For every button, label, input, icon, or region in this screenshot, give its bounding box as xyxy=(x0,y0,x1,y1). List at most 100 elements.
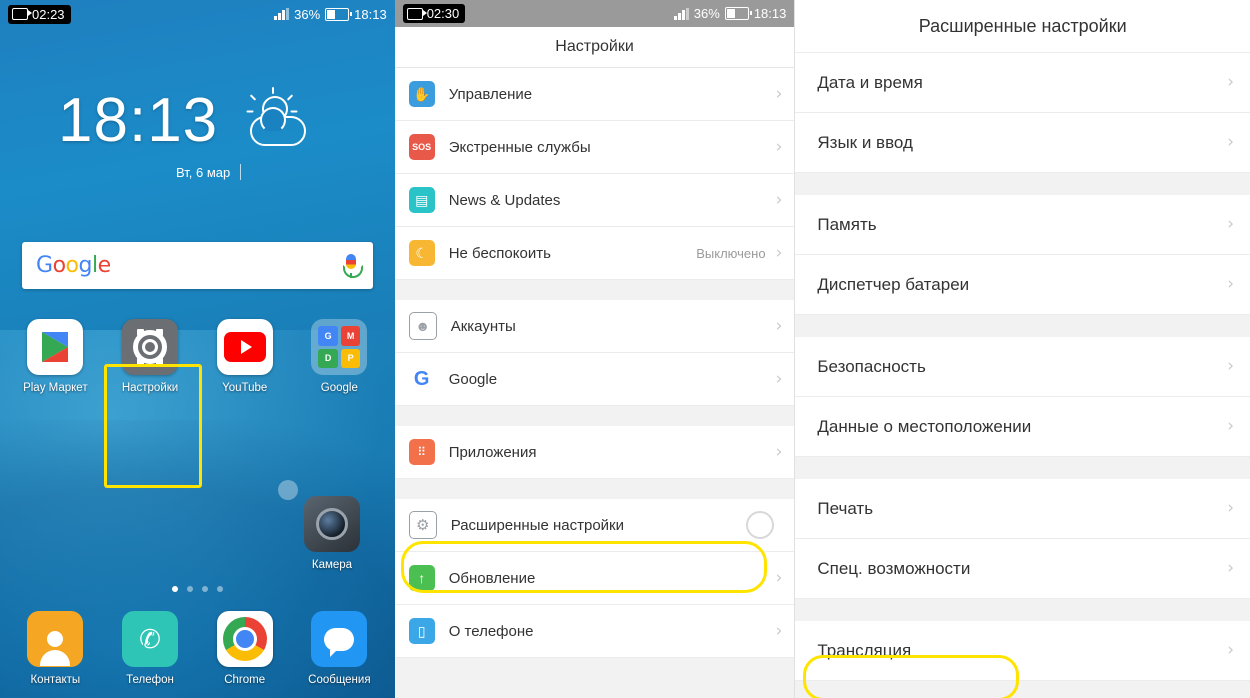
date-text: Вт, 6 мар xyxy=(176,164,231,180)
signal-bars-icon xyxy=(274,8,290,20)
chevron-right-icon: › xyxy=(1227,274,1235,294)
page-indicator xyxy=(0,586,395,592)
row-label: Печать xyxy=(817,498,874,518)
row-battery-manager[interactable]: Диспетчер батареи › xyxy=(795,255,1250,315)
dock-chrome[interactable]: Chrome xyxy=(197,611,292,686)
camera-icon xyxy=(304,496,360,552)
apps-icon: ⠿ xyxy=(408,439,435,465)
weather-icon xyxy=(244,87,314,152)
dock-messages[interactable]: Сообщения xyxy=(292,611,387,686)
chevron-right-icon: › xyxy=(1227,416,1235,436)
row-label: Экстренные службы xyxy=(448,138,591,156)
chevron-right-icon: › xyxy=(775,83,783,104)
messages-icon xyxy=(311,611,368,667)
app-grid: Play Маркет Настройки YouTube G M D P Go… xyxy=(0,319,395,394)
chevron-right-icon: › xyxy=(1227,640,1235,660)
app-youtube[interactable]: YouTube xyxy=(197,319,292,394)
settings-row-news[interactable]: ▤ News & Updates › xyxy=(394,174,795,227)
recording-time: 02:23 xyxy=(32,6,65,22)
folder-tile: M xyxy=(340,326,361,346)
row-accessibility[interactable]: Спец. возможности › xyxy=(795,539,1250,599)
row-language-input[interactable]: Язык и ввод › xyxy=(795,113,1250,173)
app-camera[interactable]: Камера xyxy=(304,496,360,571)
row-label: Безопасность xyxy=(817,356,926,376)
app-label: Play Маркет xyxy=(23,382,88,394)
dock-label: Телефон xyxy=(126,674,174,686)
settings-row-accounts[interactable]: ☻ Аккаунты › xyxy=(394,300,795,353)
app-settings[interactable]: Настройки xyxy=(103,319,198,394)
app-label: YouTube xyxy=(222,382,268,394)
microphone-icon[interactable] xyxy=(342,253,363,278)
chevron-right-icon: › xyxy=(1227,498,1235,518)
app-label: Настройки xyxy=(121,382,179,394)
chevron-right-icon: › xyxy=(775,242,783,263)
settings-row-dnd[interactable]: ☾ Не беспокоить Выключено › xyxy=(394,227,795,280)
play-store-icon xyxy=(27,319,84,375)
chevron-right-icon: › xyxy=(1227,72,1235,92)
chevron-right-icon: › xyxy=(775,620,783,641)
app-label: Камера xyxy=(311,559,353,571)
list-divider xyxy=(394,406,795,426)
row-label: Приложения xyxy=(448,443,537,461)
news-icon: ▤ xyxy=(408,187,435,213)
dock-contacts[interactable]: Контакты xyxy=(8,611,103,686)
app-play-market[interactable]: Play Маркет xyxy=(8,319,103,394)
settings-row-emergency[interactable]: SOS Экстренные службы › xyxy=(394,121,795,174)
status-bar-home: 02:23 36% 18:13 xyxy=(0,0,395,28)
row-cast[interactable]: Трансляция › xyxy=(795,621,1250,681)
google-search-bar[interactable]: Google xyxy=(22,242,373,289)
contacts-icon xyxy=(27,611,84,667)
status-bar-right-home: 36% 18:13 xyxy=(274,7,387,22)
video-camera-icon xyxy=(12,8,32,20)
row-location-data[interactable]: Данные о местоположении › xyxy=(795,397,1250,457)
settings-row-management[interactable]: ✋ Управление › xyxy=(394,68,795,121)
chevron-right-icon: › xyxy=(775,567,783,588)
dock-label: Контакты xyxy=(30,674,81,686)
row-label: Данные о местоположении xyxy=(817,416,1032,436)
settings-row-about-phone[interactable]: ▯ О телефоне › xyxy=(394,605,795,658)
row-label: Google xyxy=(448,370,498,388)
chevron-right-icon: › xyxy=(775,441,783,462)
home-clock-widget[interactable]: 18:13 xyxy=(0,86,395,155)
settings-row-apps[interactable]: ⠿ Приложения › xyxy=(394,426,795,479)
settings-list: ✋ Управление › SOS Экстренные службы › ▤… xyxy=(394,68,795,658)
google-folder-icon: G M D P xyxy=(311,319,368,375)
row-security[interactable]: Безопасность › xyxy=(795,337,1250,397)
update-icon: ↑ xyxy=(408,565,435,591)
chevron-right-icon: › xyxy=(1227,558,1235,578)
list-divider xyxy=(394,280,795,300)
folder-tile: P xyxy=(340,348,361,368)
chevron-right-icon: › xyxy=(775,315,783,336)
signal-bars-icon xyxy=(673,7,689,20)
screen-recorder-badge: 02:23 xyxy=(8,4,71,24)
settings-row-advanced[interactable]: ⚙ Расширенные настройки xyxy=(394,499,795,552)
row-label: Память xyxy=(817,214,877,234)
list-divider xyxy=(795,599,1250,621)
advanced-settings-list: Дата и время › Язык и ввод › Память › Ди… xyxy=(795,53,1250,681)
row-date-time[interactable]: Дата и время › xyxy=(795,53,1250,113)
tap-indicator xyxy=(746,511,775,539)
app-google-folder[interactable]: G M D P Google xyxy=(292,319,387,394)
row-label: О телефоне xyxy=(448,622,534,640)
list-divider xyxy=(795,173,1250,195)
row-label: News & Updates xyxy=(448,191,561,209)
row-value: Выключено xyxy=(696,245,766,261)
row-label: Спец. возможности xyxy=(817,558,971,578)
chevron-right-icon: › xyxy=(775,136,783,157)
battery-icon xyxy=(325,7,353,21)
about-phone-icon: ▯ xyxy=(408,618,435,644)
status-bar-settings: 02:30 36% 18:13 xyxy=(394,0,795,27)
row-label: Трансляция xyxy=(817,640,912,660)
chevron-right-icon: › xyxy=(775,189,783,210)
row-print[interactable]: Печать › xyxy=(795,479,1250,539)
settings-row-google[interactable]: G Google › xyxy=(394,353,795,406)
list-divider xyxy=(795,315,1250,337)
status-bar-right-settings: 36% 18:13 xyxy=(673,6,786,21)
google-logo: Google xyxy=(36,253,111,278)
chevron-right-icon: › xyxy=(775,368,783,389)
clock-time: 18:13 xyxy=(58,86,219,155)
dock-phone[interactable]: ✆ Телефон xyxy=(103,611,198,686)
date-divider xyxy=(240,164,242,180)
settings-row-update[interactable]: ↑ Обновление › xyxy=(394,552,795,605)
row-memory[interactable]: Память › xyxy=(795,195,1250,255)
